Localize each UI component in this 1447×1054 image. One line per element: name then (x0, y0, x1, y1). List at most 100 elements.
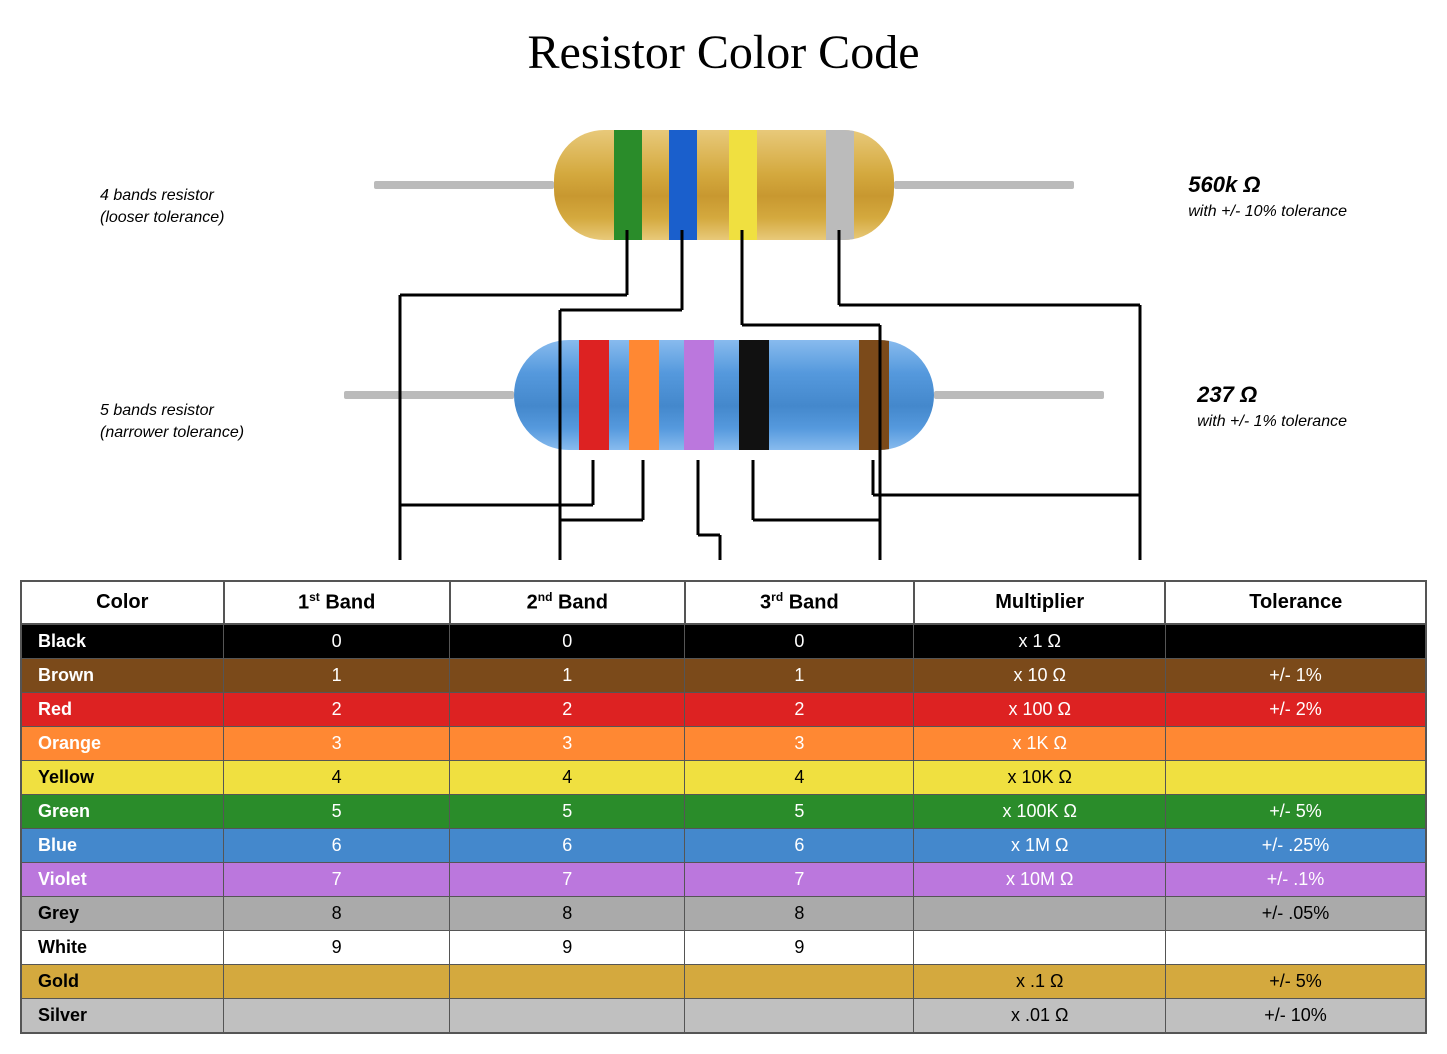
data-cell: +/- .25% (1165, 828, 1426, 862)
data-cell: x .01 Ω (914, 998, 1166, 1033)
table-header-row: Color 1st Band 2nd Band 3rd Band Multipl… (21, 581, 1426, 624)
data-cell: 4 (685, 760, 914, 794)
band-4-4 (826, 130, 854, 240)
page-title: Resistor Color Code (20, 10, 1427, 100)
table-row: Brown111x 10 Ω+/- 1% (21, 658, 1426, 692)
data-cell: 9 (224, 930, 450, 964)
resistor-body-4band (554, 130, 894, 240)
data-cell: 3 (224, 726, 450, 760)
data-cell (224, 998, 450, 1033)
data-cell (1165, 760, 1426, 794)
data-cell: 8 (685, 896, 914, 930)
col-header-band3: 3rd Band (685, 581, 914, 624)
data-cell: 1 (685, 658, 914, 692)
label-5band-left: 5 bands resistor (narrower tolerance) (100, 400, 244, 445)
col-header-tolerance: Tolerance (1165, 581, 1426, 624)
label-4band-right: 560k Ω with +/- 10% tolerance (1188, 170, 1347, 223)
data-cell (685, 964, 914, 998)
data-cell: 9 (450, 930, 685, 964)
data-cell: 9 (685, 930, 914, 964)
data-cell: x 100 Ω (914, 692, 1166, 726)
table-row: Orange333x 1K Ω (21, 726, 1426, 760)
color-name-cell: Yellow (21, 760, 224, 794)
data-cell: 4 (450, 760, 685, 794)
data-cell (224, 964, 450, 998)
band-5-2 (629, 340, 659, 450)
data-cell (1165, 726, 1426, 760)
band-5-1 (579, 340, 609, 450)
data-cell: 0 (685, 624, 914, 659)
data-cell: x 1M Ω (914, 828, 1166, 862)
table-row: White999 (21, 930, 1426, 964)
data-cell: +/- 1% (1165, 658, 1426, 692)
data-cell: 7 (450, 862, 685, 896)
data-cell: +/- .05% (1165, 896, 1426, 930)
data-cell: 6 (685, 828, 914, 862)
data-cell: 6 (450, 828, 685, 862)
data-cell: +/- 2% (1165, 692, 1426, 726)
data-cell: 8 (224, 896, 450, 930)
data-cell (914, 896, 1166, 930)
color-name-cell: Silver (21, 998, 224, 1033)
band-4-2 (669, 130, 697, 240)
lead-left-4 (374, 181, 554, 189)
data-cell (1165, 930, 1426, 964)
color-name-cell: Brown (21, 658, 224, 692)
table-row: Blue666x 1M Ω+/- .25% (21, 828, 1426, 862)
color-name-cell: White (21, 930, 224, 964)
col-header-band2: 2nd Band (450, 581, 685, 624)
color-name-cell: Black (21, 624, 224, 659)
table-row: Grey888+/- .05% (21, 896, 1426, 930)
resistor-body-5band (514, 340, 934, 450)
band-5-5 (859, 340, 889, 450)
data-cell: 8 (450, 896, 685, 930)
data-cell (914, 930, 1166, 964)
lead-right-4 (894, 181, 1074, 189)
band-5-4 (739, 340, 769, 450)
band-5-3 (684, 340, 714, 450)
table-row: Gold x .1 Ω+/- 5% (21, 964, 1426, 998)
data-cell: x 10K Ω (914, 760, 1166, 794)
lead-right-5 (934, 391, 1104, 399)
data-cell: 7 (685, 862, 914, 896)
data-cell: 3 (685, 726, 914, 760)
data-cell: 6 (224, 828, 450, 862)
data-cell: 1 (224, 658, 450, 692)
data-cell: 2 (450, 692, 685, 726)
label-4band-left: 4 bands resistor (looser tolerance) (100, 185, 225, 230)
table-row: Silver x .01 Ω+/- 10% (21, 998, 1426, 1033)
data-cell: 0 (224, 624, 450, 659)
data-cell: +/- 5% (1165, 964, 1426, 998)
diagram-area: 4 bands resistor (looser tolerance) 5 ba… (20, 100, 1427, 570)
data-cell: 1 (450, 658, 685, 692)
data-cell (450, 998, 685, 1033)
lead-left-5 (344, 391, 514, 399)
data-cell: 4 (224, 760, 450, 794)
label-5band-right: 237 Ω with +/- 1% tolerance (1197, 380, 1347, 433)
resistor-5band (344, 330, 1104, 460)
data-cell: 5 (450, 794, 685, 828)
table-row: Green555x 100K Ω+/- 5% (21, 794, 1426, 828)
data-cell: 2 (685, 692, 914, 726)
data-cell: x 1K Ω (914, 726, 1166, 760)
col-header-band1: 1st Band (224, 581, 450, 624)
table-row: Violet777x 10M Ω+/- .1% (21, 862, 1426, 896)
color-name-cell: Violet (21, 862, 224, 896)
table-row: Red222x 100 Ω+/- 2% (21, 692, 1426, 726)
data-cell: x .1 Ω (914, 964, 1166, 998)
data-cell: +/- 10% (1165, 998, 1426, 1033)
color-name-cell: Blue (21, 828, 224, 862)
data-cell: 7 (224, 862, 450, 896)
data-cell: x 1 Ω (914, 624, 1166, 659)
data-cell: 0 (450, 624, 685, 659)
data-cell: x 10 Ω (914, 658, 1166, 692)
color-name-cell: Red (21, 692, 224, 726)
color-code-table: Color 1st Band 2nd Band 3rd Band Multipl… (20, 580, 1427, 1034)
band-4-1 (614, 130, 642, 240)
color-name-cell: Grey (21, 896, 224, 930)
data-cell: 5 (685, 794, 914, 828)
col-header-multiplier: Multiplier (914, 581, 1166, 624)
color-name-cell: Gold (21, 964, 224, 998)
data-cell: x 10M Ω (914, 862, 1166, 896)
col-header-color: Color (21, 581, 224, 624)
